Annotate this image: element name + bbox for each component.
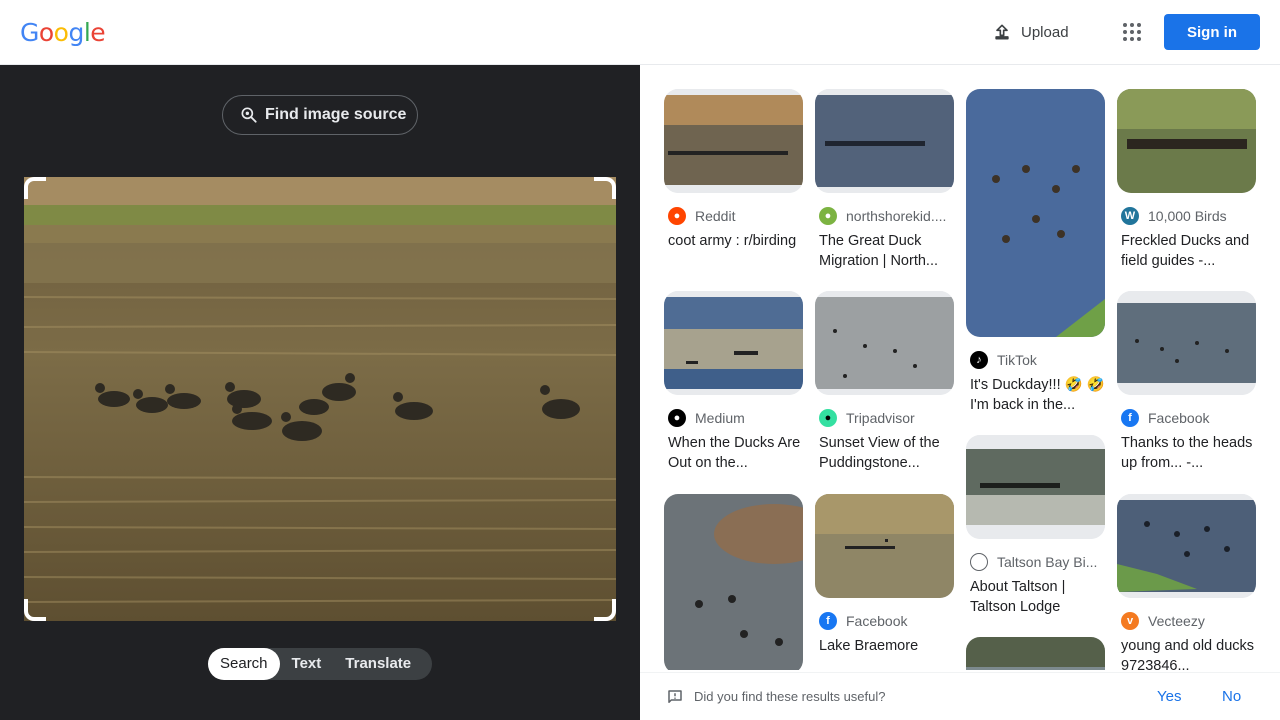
result-title: Sunset View of the Puddingstone... — [819, 435, 940, 471]
tripadvisor-icon: ● — [819, 409, 837, 427]
result-source: Reddit — [695, 208, 736, 224]
result-card[interactable]: W 10,000 Birds Freckled Ducks and field g… — [1117, 89, 1256, 271]
feedback-icon — [668, 690, 682, 703]
tab-translate[interactable]: Translate — [333, 648, 423, 680]
feedback-no-button[interactable]: No — [1222, 688, 1241, 705]
tab-text[interactable]: Text — [280, 648, 334, 680]
result-thumbnail — [966, 637, 1105, 670]
result-title: About Taltson | Taltson Lodge — [970, 579, 1066, 615]
facebook-icon: f — [1121, 409, 1139, 427]
result-thumbnail — [664, 494, 803, 670]
globe-icon — [970, 553, 988, 571]
reddit-icon: ● — [668, 207, 686, 225]
crop-handle-top-left[interactable] — [24, 177, 46, 199]
result-source: 10,000 Birds — [1148, 208, 1227, 224]
tab-search[interactable]: Search — [208, 648, 280, 680]
result-thumbnail — [815, 494, 954, 598]
feedback-bar: Did you find these results useful? Yes N… — [640, 672, 1280, 720]
result-title: Freckled Ducks and field guides -... — [1121, 233, 1250, 269]
result-title: When the Ducks Are Out on the... — [668, 435, 801, 471]
result-title: Thanks to the heads up from... -... — [1121, 435, 1253, 471]
google-apps-icon[interactable] — [1120, 20, 1144, 44]
lens-search-icon — [241, 107, 257, 123]
feedback-yes-button[interactable]: Yes — [1157, 688, 1181, 705]
result-thumbnail — [1117, 89, 1256, 193]
find-image-source-label: Find image source — [265, 106, 407, 123]
result-thumbnail — [815, 89, 954, 193]
query-image-panel: Find image source Search Text Translate — [0, 65, 640, 720]
feedback-question: Did you find these results useful? — [694, 689, 886, 704]
result-card[interactable]: ♪ TikTok It's Duckday!!! 🤣 🤣 I'm back in … — [966, 89, 1105, 415]
sign-in-button[interactable]: Sign in — [1164, 14, 1260, 50]
result-thumbnail — [664, 291, 803, 395]
result-card[interactable]: f Facebook Thanks to the heads up from...… — [1117, 291, 1256, 473]
result-card[interactable]: Taltson Bay Bi... About Taltson | Taltso… — [966, 435, 1105, 617]
result-card[interactable] — [664, 494, 803, 670]
top-header: Google Upload Sign in — [0, 0, 1280, 65]
google-logo[interactable]: Google — [20, 18, 106, 47]
result-title: coot army : r/birding — [668, 233, 797, 249]
result-thumbnail — [815, 291, 954, 395]
site-globe-icon: ● — [819, 207, 837, 225]
upload-icon — [995, 24, 1009, 40]
result-thumbnail — [1117, 494, 1256, 598]
wordpress-icon: W — [1121, 207, 1139, 225]
result-source: Facebook — [1148, 410, 1210, 426]
result-thumbnail — [966, 435, 1105, 539]
lens-mode-tabs: Search Text Translate — [208, 648, 432, 680]
result-source: Tripadvisor — [846, 410, 915, 426]
result-title: young and old ducks 9723846... — [1121, 638, 1255, 670]
result-card[interactable]: ● Medium When the Ducks Are Out on the... — [664, 291, 803, 473]
result-source: northshorekid.... — [846, 208, 947, 224]
crop-handle-top-right[interactable] — [594, 177, 616, 199]
vecteezy-icon: v — [1121, 612, 1139, 630]
result-source: Medium — [695, 410, 745, 426]
result-card[interactable]: v Vecteezy young and old ducks 9723846... — [1117, 494, 1256, 670]
result-thumbnail — [1117, 291, 1256, 395]
result-source: Vecteezy — [1148, 613, 1205, 629]
result-card[interactable]: f Facebook Lake Braemore — [815, 494, 954, 656]
result-card[interactable]: ● northshorekid.... The Great Duck Migrat… — [815, 89, 954, 271]
find-image-source-button[interactable]: Find image source — [222, 95, 418, 135]
query-image-crop-area[interactable] — [24, 177, 616, 621]
facebook-icon: f — [819, 612, 837, 630]
result-card[interactable] — [966, 637, 1105, 670]
result-thumbnail — [664, 89, 803, 193]
result-title: It's Duckday!!! 🤣 🤣 I'm back in the... — [970, 377, 1105, 413]
result-thumbnail — [966, 89, 1105, 337]
result-title: Lake Braemore — [819, 638, 919, 654]
result-source: TikTok — [997, 352, 1037, 368]
result-source: Facebook — [846, 613, 908, 629]
result-card[interactable]: ● Tripadvisor Sunset View of the Puddings… — [815, 291, 954, 473]
upload-button[interactable]: Upload — [992, 20, 1069, 44]
result-source: Taltson Bay Bi... — [997, 554, 1098, 570]
medium-icon: ● — [668, 409, 686, 427]
result-title: The Great Duck Migration | North... — [819, 233, 939, 269]
query-image — [24, 177, 616, 621]
crop-handle-bottom-right[interactable] — [594, 599, 616, 621]
result-card[interactable]: ● Reddit coot army : r/birding — [664, 89, 803, 251]
crop-handle-bottom-left[interactable] — [24, 599, 46, 621]
upload-label: Upload — [1021, 23, 1069, 41]
tiktok-icon: ♪ — [970, 351, 988, 369]
visual-matches-grid: ● Reddit coot army : r/birding ● Medium Wh… — [640, 65, 1280, 670]
